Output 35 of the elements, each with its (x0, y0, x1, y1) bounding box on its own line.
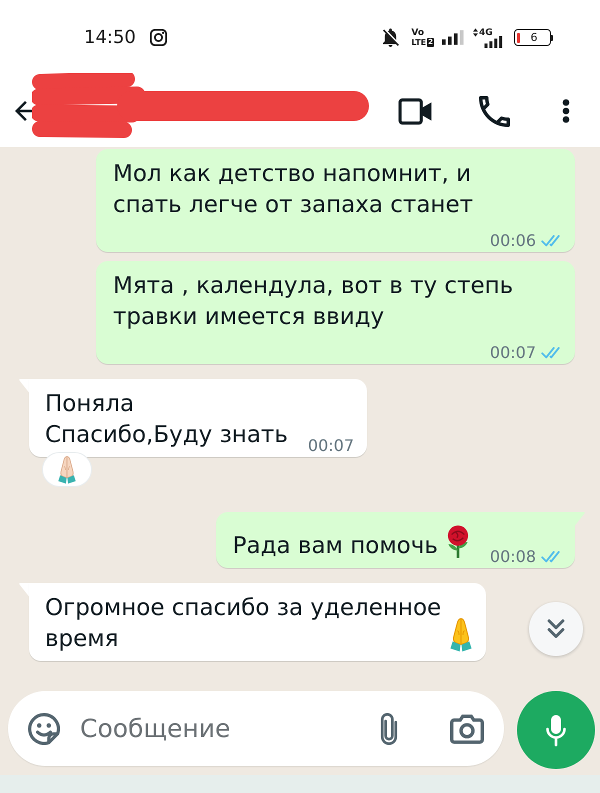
message-time: 00:07 (490, 345, 536, 361)
video-call-icon[interactable] (398, 98, 433, 124)
message-time: 00:07 (308, 438, 354, 454)
scroll-to-bottom-button[interactable] (529, 602, 583, 656)
lte-label: LTE (411, 38, 426, 47)
camera-icon[interactable] (450, 714, 484, 744)
message-text: Рада вам помочь (232, 532, 438, 561)
microphone-icon (546, 714, 566, 746)
back-arrow-icon[interactable] (15, 101, 35, 121)
sticker-icon[interactable] (28, 712, 60, 744)
message-text: Поняла Спасибо,Буду знать (45, 390, 288, 450)
message-text: Мята , календула, вот в ту степь травки имеется ввиду (113, 272, 514, 332)
data-arrows-icon (473, 28, 478, 37)
battery-percentage: 6 (530, 32, 538, 43)
signal-strength-icon (442, 30, 464, 45)
notification-camera-icon (150, 29, 167, 46)
folded-hands-icon (449, 618, 474, 652)
phone-icon[interactable] (479, 96, 510, 126)
muted-bell-icon (382, 28, 400, 47)
menu-icon[interactable] (562, 99, 570, 123)
network-type-label: 4G (479, 28, 493, 38)
message-input[interactable]: Сообщение (80, 708, 380, 748)
double-chevron-down-icon (547, 619, 565, 639)
message-text: Мол как детство напомнит, и спать легче от запаха станет (113, 160, 474, 220)
message-time: 00:08 (490, 549, 536, 565)
rose-icon (446, 525, 470, 559)
message-time: 00:06 (490, 233, 536, 249)
volte-label: Vo (411, 28, 424, 38)
folded-hands-icon (57, 456, 77, 484)
reaction-chip[interactable] (42, 452, 92, 487)
signal-strength-icon (482, 36, 505, 48)
status-time: 14:50 (84, 28, 136, 46)
message-text: Огромное спасибо за уделенное время (45, 594, 442, 654)
paperclip-icon[interactable] (380, 712, 398, 746)
message-composer-bar[interactable]: Сообщение (8, 691, 504, 766)
